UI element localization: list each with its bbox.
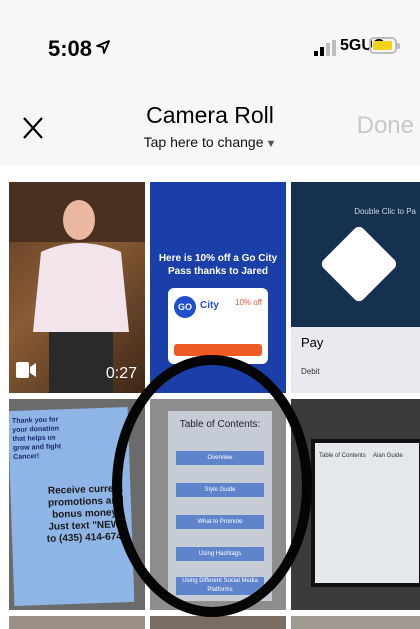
- dominos-logo: [319, 224, 399, 304]
- photo-thumbnail[interactable]: [9, 616, 145, 629]
- flyer-heading: Thank you for your donation that helps u…: [11, 416, 62, 461]
- done-button[interactable]: Done: [357, 112, 414, 140]
- debit-label: Debit: [301, 367, 320, 376]
- photo-thumbnail-video[interactable]: 0:27: [9, 182, 145, 393]
- discount-label: 10% off: [235, 298, 262, 307]
- promo-card: GO City 10% off: [168, 288, 268, 364]
- laptop-screen: Table of Contents Alan Guide: [311, 439, 420, 587]
- screen-text-left: Table of Contents: [319, 453, 366, 459]
- go-city-logo: GO: [174, 296, 196, 318]
- side-text: Double Clic to Pa: [354, 207, 416, 216]
- video-duration: 0:27: [105, 365, 137, 382]
- photo-thumbnail[interactable]: [150, 616, 286, 629]
- apple-pay-sheet: Pay Debit: [291, 327, 420, 393]
- card-label: City: [200, 300, 219, 311]
- photo-thumbnail[interactable]: Double Clic to Pa Pay Debit: [291, 182, 420, 393]
- status-bar: 5:08 5GUC: [0, 0, 420, 88]
- clock: 5:08: [48, 36, 93, 61]
- screen-text-right: Alan Guide: [373, 453, 403, 459]
- battery-icon: [369, 37, 400, 54]
- video-camera-icon: [16, 362, 36, 378]
- pay-label: Pay: [301, 335, 324, 350]
- promo-text: Here is 10% off a Go City Pass thanks to…: [158, 253, 278, 277]
- change-album-label: Tap here to change: [143, 134, 264, 150]
- navigation-bar: Camera Roll Tap here to change ▼ Done: [0, 88, 420, 166]
- promo-button-graphic: [174, 344, 262, 356]
- photo-thumbnail[interactable]: [291, 616, 420, 629]
- hand-drawn-circle-annotation: [112, 355, 312, 617]
- signal-bars-icon: [314, 40, 336, 56]
- dropdown-triangle-icon: ▼: [265, 138, 277, 150]
- location-arrow-icon: [96, 40, 110, 54]
